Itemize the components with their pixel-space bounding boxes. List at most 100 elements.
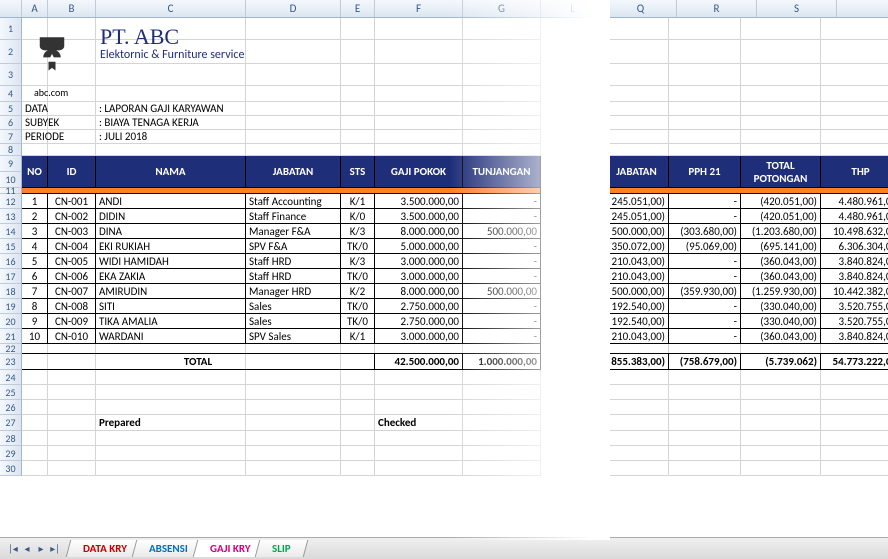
cell-tunj-19[interactable]: -	[463, 299, 541, 314]
cell-nama-16[interactable]: WIDI HAMIDAH	[96, 254, 246, 269]
row-17[interactable]: 17	[0, 269, 22, 284]
grid-cell[interactable]	[375, 40, 463, 64]
meta-data-label[interactable]: DATA	[22, 102, 96, 116]
cell-rjab-17[interactable]: 210.043,00)	[605, 269, 669, 284]
grid-cell[interactable]	[463, 385, 541, 400]
cell-id-14[interactable]: CN-003	[48, 224, 96, 239]
grid-cell[interactable]	[741, 370, 821, 385]
grid-cell[interactable]	[741, 40, 821, 64]
grid-cell[interactable]	[246, 64, 341, 86]
col-B[interactable]: B	[48, 0, 96, 17]
cell-nama-20[interactable]: TIKA AMALIA	[96, 314, 246, 329]
grid-cell[interactable]	[669, 446, 741, 461]
cell-gaji-19[interactable]: 2.750.000,00	[375, 299, 463, 314]
cell-pot-16[interactable]: (360.043,00)	[741, 254, 821, 269]
grid-cell[interactable]	[96, 370, 246, 385]
grid-cell[interactable]	[669, 415, 741, 431]
grid-cell[interactable]	[821, 385, 888, 400]
cell-no-17[interactable]: 6	[22, 269, 48, 284]
cell-pph-20[interactable]: -	[669, 314, 741, 329]
grid-cell[interactable]	[669, 40, 741, 64]
cell-no-13[interactable]: 2	[22, 209, 48, 224]
grid-cell[interactable]	[22, 400, 48, 415]
cell-no-12[interactable]: 1	[22, 194, 48, 209]
meta-periode-label[interactable]: PERIODE	[22, 130, 96, 144]
grid-cell[interactable]	[741, 64, 821, 86]
cell-jab-14[interactable]: Manager F&A	[246, 224, 341, 239]
cell-thp-17[interactable]: 3.840.824,00	[821, 269, 888, 284]
grid-cell[interactable]	[341, 370, 375, 385]
grid-cell[interactable]	[48, 370, 96, 385]
grid-cell[interactable]	[605, 461, 669, 476]
cell-pph-18[interactable]: (359.930,00)	[669, 284, 741, 299]
grid-cell[interactable]	[605, 40, 669, 64]
grid-cell[interactable]	[246, 431, 341, 446]
grid-cell[interactable]	[341, 102, 375, 116]
col-Q[interactable]: Q	[605, 0, 677, 17]
cell-rjab-20[interactable]: 192.540,00)	[605, 314, 669, 329]
grid-cell[interactable]	[741, 415, 821, 431]
grid-cell[interactable]	[741, 86, 821, 102]
grid-cell[interactable]	[341, 130, 375, 144]
row-16[interactable]: 16	[0, 254, 22, 269]
cell-jab-12[interactable]: Staff Accounting	[246, 194, 341, 209]
grid-cell[interactable]	[375, 461, 463, 476]
grid-cell[interactable]	[821, 415, 888, 431]
cell-pot-20[interactable]: (330.040,00)	[741, 314, 821, 329]
grid-cell[interactable]	[375, 130, 463, 144]
row-19[interactable]: 19	[0, 299, 22, 314]
grid-cell[interactable]	[341, 461, 375, 476]
cell-nama-17[interactable]: EKA ZAKIA	[96, 269, 246, 284]
cell-pph-16[interactable]: -	[669, 254, 741, 269]
grid-cell[interactable]	[821, 64, 888, 86]
grid-cell[interactable]	[22, 370, 48, 385]
grid-cell[interactable]	[96, 385, 246, 400]
grid-cell[interactable]	[669, 461, 741, 476]
grid-cell[interactable]	[605, 102, 669, 116]
cell-rjab-12[interactable]: 245.051,00)	[605, 194, 669, 209]
grid-cell[interactable]	[605, 18, 669, 40]
cell-sts-20[interactable]: TK/0	[341, 314, 375, 329]
col-E[interactable]: E	[341, 0, 375, 17]
cell-pph-13[interactable]: -	[669, 209, 741, 224]
grid-cell[interactable]	[463, 64, 541, 86]
cell-jab-20[interactable]: Sales	[246, 314, 341, 329]
cell-gaji-13[interactable]: 3.500.000,00	[375, 209, 463, 224]
row-8[interactable]: 8	[0, 144, 22, 156]
cell-rjab-18[interactable]: 500.000,00)	[605, 284, 669, 299]
grid-cell[interactable]	[821, 400, 888, 415]
grid-cell[interactable]	[246, 18, 341, 40]
grid-cell[interactable]	[96, 86, 246, 102]
grid-cell[interactable]	[463, 130, 541, 144]
row-26[interactable]: 26	[0, 400, 22, 415]
grid-cell[interactable]	[48, 431, 96, 446]
cell-no-15[interactable]: 4	[22, 239, 48, 254]
cell-sts-21[interactable]: K/1	[341, 329, 375, 344]
row-18[interactable]: 18	[0, 284, 22, 299]
grid-cell[interactable]	[341, 400, 375, 415]
grid-cell[interactable]	[246, 40, 341, 64]
cell-pot-15[interactable]: (695.141,00)	[741, 239, 821, 254]
cell-gaji-12[interactable]: 3.500.000,00	[375, 194, 463, 209]
row-13[interactable]: 13	[0, 209, 22, 224]
grid-cell[interactable]	[821, 130, 888, 144]
grid-cell[interactable]	[605, 400, 669, 415]
grid-cell[interactable]	[605, 385, 669, 400]
cell-nama-14[interactable]: DINA	[96, 224, 246, 239]
cell-id-19[interactable]: CN-008	[48, 299, 96, 314]
cell-nama-19[interactable]: SITI	[96, 299, 246, 314]
cell-id-13[interactable]: CN-002	[48, 209, 96, 224]
cell-jab-13[interactable]: Staff Finance	[246, 209, 341, 224]
grid-cell[interactable]	[669, 86, 741, 102]
grid-cell[interactable]	[341, 40, 375, 64]
grid-cell[interactable]	[741, 18, 821, 40]
cell-no-14[interactable]: 3	[22, 224, 48, 239]
cell-sts-16[interactable]: K/3	[341, 254, 375, 269]
row-1[interactable]: 1	[0, 18, 22, 40]
cell-rjab-16[interactable]: 210.043,00)	[605, 254, 669, 269]
grid-cell[interactable]	[605, 415, 669, 431]
cell-no-21[interactable]: 10	[22, 329, 48, 344]
grid-cell[interactable]	[48, 400, 96, 415]
row-30[interactable]: 30	[0, 461, 22, 476]
row-3[interactable]: 3	[0, 64, 22, 86]
